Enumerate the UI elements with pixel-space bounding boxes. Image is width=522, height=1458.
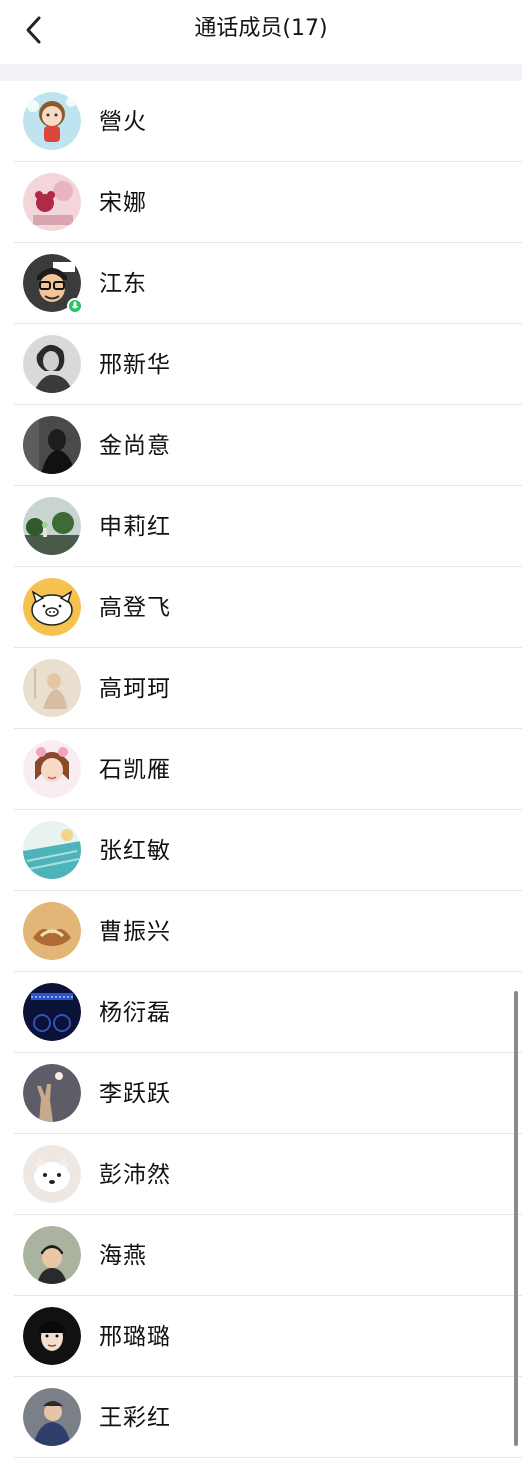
member-row[interactable]: 曹振兴 xyxy=(0,891,522,972)
member-name: 杨衍磊 xyxy=(99,1000,171,1026)
night-stage-avatar-icon xyxy=(23,983,81,1041)
member-name: 石凯雁 xyxy=(99,757,171,783)
member-name: 邢璐璐 xyxy=(99,1324,171,1350)
member-name: 海燕 xyxy=(99,1243,147,1269)
member-row[interactable]: 张红敏 xyxy=(0,810,522,891)
avatar[interactable] xyxy=(23,173,81,231)
avatar[interactable] xyxy=(23,335,81,393)
member-row[interactable]: 石凯雁 xyxy=(0,729,522,810)
member-row[interactable]: 海燕 xyxy=(0,1215,522,1296)
moon-hand-avatar-icon xyxy=(23,1064,81,1122)
member-name: 宋娜 xyxy=(99,190,147,216)
member-row[interactable]: 宋娜 xyxy=(0,162,522,243)
child-photo-avatar-icon xyxy=(23,1226,81,1284)
speaking-badge xyxy=(67,298,83,314)
member-row[interactable]: 江东 xyxy=(0,243,522,324)
avatar[interactable] xyxy=(23,902,81,960)
trees-street-avatar-icon xyxy=(23,497,81,555)
microphone-icon xyxy=(71,301,79,309)
avatar[interactable] xyxy=(23,254,83,314)
audrey-portrait-avatar-icon xyxy=(23,1307,81,1365)
member-list: 營火 宋娜 江东 邢新华 金尚意 申莉红 高登飞 高珂珂 石凯雁 张红敏 曹振兴… xyxy=(0,81,522,1458)
member-row[interactable]: 杨衍磊 xyxy=(0,972,522,1053)
member-name: 曹振兴 xyxy=(99,919,171,945)
member-name: 營火 xyxy=(99,109,147,135)
avatar[interactable] xyxy=(23,578,81,636)
pink-girl-avatar-icon xyxy=(23,740,81,798)
avatar[interactable] xyxy=(23,740,81,798)
girl-cartoon-avatar-icon xyxy=(23,92,81,150)
member-name: 江东 xyxy=(99,271,147,297)
white-dog-avatar-icon xyxy=(23,1145,81,1203)
member-row[interactable]: 申莉红 xyxy=(0,486,522,567)
member-name: 高登飞 xyxy=(99,595,171,621)
member-name: 王彩红 xyxy=(99,1405,171,1431)
avatar[interactable] xyxy=(23,1064,81,1122)
member-name: 金尚意 xyxy=(99,433,171,459)
member-name: 彭沛然 xyxy=(99,1162,171,1188)
avatar[interactable] xyxy=(23,983,81,1041)
member-row[interactable]: 王彩红 xyxy=(0,1377,522,1458)
member-name: 邢新华 xyxy=(99,352,171,378)
member-row[interactable]: 邢新华 xyxy=(0,324,522,405)
member-row[interactable]: 彭沛然 xyxy=(0,1134,522,1215)
member-name: 李跃跃 xyxy=(99,1081,171,1107)
avatar[interactable] xyxy=(23,92,81,150)
dark-portrait-avatar-icon xyxy=(23,416,81,474)
baby-photo-avatar-icon xyxy=(23,1388,81,1446)
member-name: 申莉红 xyxy=(99,514,171,540)
header: 通话成员(17) xyxy=(0,0,522,64)
member-row[interactable]: 金尚意 xyxy=(0,405,522,486)
bw-portrait-avatar-icon xyxy=(23,335,81,393)
avatar[interactable] xyxy=(23,659,81,717)
member-row[interactable]: 李跃跃 xyxy=(0,1053,522,1134)
heart-hands-avatar-icon xyxy=(23,902,81,960)
member-name: 张红敏 xyxy=(99,838,171,864)
avatar[interactable] xyxy=(23,497,81,555)
bear-toys-avatar-icon xyxy=(23,173,81,231)
avatar[interactable] xyxy=(23,821,81,879)
avatar[interactable] xyxy=(23,416,81,474)
member-row[interactable]: 營火 xyxy=(0,81,522,162)
member-row[interactable]: 高珂珂 xyxy=(0,648,522,729)
avatar[interactable] xyxy=(23,1145,81,1203)
sketch-girl-avatar-icon xyxy=(23,659,81,717)
member-row[interactable]: 高登飞 xyxy=(0,567,522,648)
member-row[interactable]: 邢璐璐 xyxy=(0,1296,522,1377)
pig-cartoon-avatar-icon xyxy=(23,578,81,636)
avatar[interactable] xyxy=(23,1388,81,1446)
member-name: 高珂珂 xyxy=(99,676,171,702)
avatar[interactable] xyxy=(23,1307,81,1365)
scrollbar[interactable] xyxy=(514,991,518,1446)
pool-illustration-avatar-icon xyxy=(23,821,81,879)
avatar[interactable] xyxy=(23,1226,81,1284)
page-title: 通话成员(17) xyxy=(194,16,328,41)
section-gap xyxy=(0,64,522,81)
